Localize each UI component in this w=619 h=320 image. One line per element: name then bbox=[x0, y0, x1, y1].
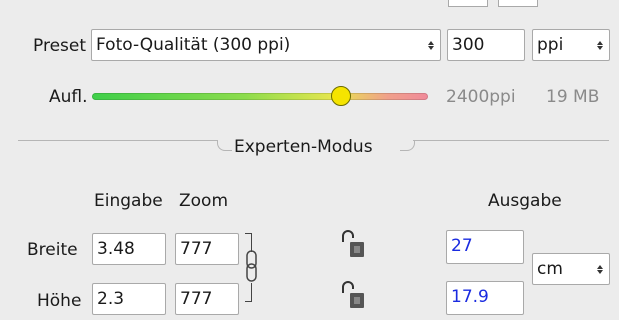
divider-notch-left bbox=[217, 140, 232, 151]
top-field-partial-1 bbox=[448, 0, 488, 7]
file-size-text: 19 MB bbox=[546, 87, 600, 107]
resolution-input[interactable]: 300 bbox=[447, 29, 525, 61]
preset-selected-value: Foto-Qualität (300 ppi) bbox=[96, 35, 291, 55]
output-unit-value: cm bbox=[537, 259, 563, 279]
height-label: Höhe bbox=[37, 291, 82, 311]
output-unit-select[interactable]: cm bbox=[532, 253, 610, 285]
slider-track bbox=[92, 93, 428, 100]
output-height-input[interactable]: 17.9 bbox=[446, 281, 524, 315]
ppi-unit-value: ppi bbox=[537, 35, 564, 55]
column-header-input: Eingabe bbox=[94, 191, 163, 211]
output-width-input[interactable]: 27 bbox=[446, 230, 524, 264]
slider-knob[interactable] bbox=[331, 86, 351, 106]
up-down-arrows-icon bbox=[597, 40, 603, 50]
resolution-ppi-text: 2400ppi bbox=[446, 87, 516, 107]
divider-right bbox=[413, 140, 609, 141]
padlock-open-icon[interactable] bbox=[340, 229, 366, 263]
section-title[interactable]: Experten-Modus bbox=[234, 137, 373, 157]
chain-link-icon[interactable] bbox=[245, 249, 259, 289]
width-input[interactable]: 3.48 bbox=[92, 233, 166, 265]
ppi-unit-select[interactable]: ppi bbox=[532, 29, 610, 61]
resolution-slider[interactable] bbox=[92, 82, 430, 112]
preset-select[interactable]: Foto-Qualität (300 ppi) bbox=[91, 29, 441, 61]
preset-label: Preset bbox=[33, 36, 87, 56]
resolution-label: Aufl. bbox=[49, 87, 88, 107]
height-zoom-input[interactable]: 777 bbox=[175, 283, 239, 315]
width-zoom-input[interactable]: 777 bbox=[175, 233, 239, 265]
up-down-arrows-icon bbox=[597, 264, 603, 274]
top-field-partial-2 bbox=[498, 0, 538, 7]
column-header-output: Ausgabe bbox=[488, 191, 562, 211]
divider-left bbox=[18, 140, 218, 141]
padlock-open-icon[interactable] bbox=[340, 280, 366, 314]
height-input[interactable]: 2.3 bbox=[92, 283, 166, 315]
divider-notch-right bbox=[400, 140, 415, 151]
column-header-zoom: Zoom bbox=[179, 191, 229, 211]
up-down-arrows-icon bbox=[428, 40, 434, 50]
width-label: Breite bbox=[27, 240, 78, 260]
